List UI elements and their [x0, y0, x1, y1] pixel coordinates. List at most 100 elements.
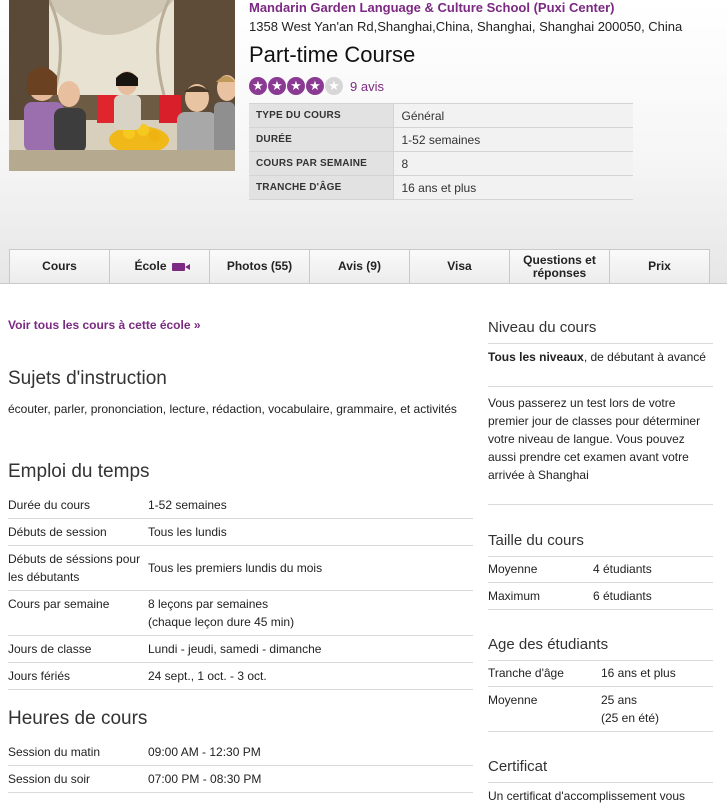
- tab-label: Visa: [447, 259, 472, 273]
- star-glyph: ★: [271, 78, 283, 93]
- schedule-value-group: 8 leçons par semaines (chaque leçon dure…: [148, 595, 473, 635]
- level-note: Vous passerez un test lors de votre prem…: [488, 396, 701, 482]
- summary-value: 16 ans et plus: [392, 175, 633, 200]
- star-filled-icon: ★: [268, 77, 286, 95]
- tab-label: Questions et réponses: [523, 252, 596, 280]
- summary-label: TYPE DU COURS: [249, 103, 393, 128]
- tab-label: Avis (9): [338, 259, 381, 273]
- student-age-row: Moyenne 25 ans (25 en été): [488, 691, 713, 732]
- summary-row: TYPE DU COURS Général: [249, 103, 633, 128]
- level-value: Tous les niveaux: [488, 350, 584, 364]
- course-summary-table: TYPE DU COURS Général DURÉE 1-52 semaine…: [249, 103, 633, 200]
- subjects-text: écouter, parler, prononciation, lecture,…: [8, 402, 457, 416]
- schedule-row: Jours fériés 24 sept., 1 oct. - 3 oct.: [8, 667, 473, 690]
- tab-label: Photos (55): [226, 259, 293, 273]
- schedule-value: 1-52 semaines: [148, 498, 227, 512]
- tab-prix[interactable]: Prix: [610, 250, 709, 283]
- tab-label: École: [134, 259, 167, 273]
- tab-photos[interactable]: Photos (55): [210, 250, 310, 283]
- summary-label: DURÉE: [249, 127, 393, 152]
- level-heading: Niveau du cours: [488, 319, 713, 344]
- summary-row: COURS PAR SEMAINE 8: [249, 151, 633, 176]
- schedule-row: Durée du cours 1-52 semaines: [8, 496, 473, 519]
- school-name-link[interactable]: Mandarin Garden Language & Culture Schoo…: [249, 0, 615, 15]
- tab-label: Cours: [42, 259, 77, 273]
- star-glyph: ★: [328, 78, 340, 93]
- student-age-value: 16 ans et plus: [601, 666, 676, 680]
- schedule-row: Débuts de session Tous les lundis: [8, 523, 473, 546]
- course-rating: ★ ★ ★ ★ ★ 9 avis: [249, 77, 384, 95]
- reviews-link[interactable]: 9 avis: [350, 79, 384, 94]
- level-range: , de débutant à avancé: [583, 350, 706, 364]
- course-tabs: Cours École Photos (55) Avis (9) Visa Qu…: [9, 249, 710, 283]
- all-courses-link[interactable]: Voir tous les cours à cette école »: [8, 318, 201, 332]
- tab-questions[interactable]: Questions et réponses: [510, 250, 610, 283]
- student-age-value-group: 25 ans (25 en été): [601, 691, 713, 731]
- schedule-key: Débuts de séssions pour les débutants: [8, 552, 141, 584]
- tab-cours[interactable]: Cours: [10, 250, 110, 283]
- certificate-heading: Certificat: [488, 758, 713, 783]
- schedule-key: Jours de classe: [8, 642, 92, 656]
- summary-label: COURS PAR SEMAINE: [249, 151, 393, 176]
- video-camera-icon: [171, 262, 190, 271]
- schedule-key: Jours fériés: [8, 669, 71, 683]
- star-glyph: ★: [309, 78, 321, 93]
- class-size-key: Moyenne: [488, 562, 538, 576]
- class-size-value: 6 étudiants: [593, 589, 652, 603]
- schedule-value: Tous les premiers lundis du mois: [148, 561, 323, 575]
- tab-label: Prix: [648, 259, 671, 273]
- class-size-key: Maximum: [488, 589, 541, 603]
- schedule-value-note: (chaque leçon dure 45 min): [148, 615, 295, 629]
- summary-row: TRANCHE D'ÂGE 16 ans et plus: [249, 175, 633, 200]
- star-glyph: ★: [252, 78, 264, 93]
- school-address: 1358 West Yan'an Rd,Shanghai,China, Shan…: [249, 19, 683, 34]
- schedule-value: 8 leçons par semaines: [148, 597, 269, 611]
- hours-key: Session du matin: [8, 745, 101, 759]
- schedule-value: Tous les lundis: [148, 525, 227, 539]
- star-glyph: ★: [290, 78, 302, 93]
- hours-row: Session du matin 09:00 AM - 12:30 PM: [8, 743, 473, 766]
- class-size-row: Moyenne 4 étudiants: [488, 560, 713, 583]
- star-empty-icon: ★: [325, 77, 343, 95]
- star-filled-icon: ★: [306, 77, 324, 95]
- summary-value: 1-52 semaines: [392, 127, 633, 152]
- rating-stars: ★ ★ ★ ★ ★: [249, 77, 344, 95]
- tab-avis[interactable]: Avis (9): [310, 250, 410, 283]
- class-size-row: Maximum 6 étudiants: [488, 587, 713, 610]
- class-size-heading: Taille du cours: [488, 532, 713, 557]
- hours-row: Session du soir 07:00 PM - 08:30 PM: [8, 770, 473, 793]
- schedule-row: Cours par semaine 8 leçons par semaines …: [8, 595, 473, 636]
- divider: [488, 386, 713, 387]
- tabs-divider: [0, 283, 727, 284]
- class-size-value: 4 étudiants: [593, 562, 652, 576]
- student-age-key: Moyenne: [488, 693, 538, 707]
- schedule-heading: Emploi du temps: [8, 461, 150, 482]
- schedule-key: Cours par semaine: [8, 597, 110, 611]
- schedule-value: 24 sept., 1 oct. - 3 oct.: [148, 669, 267, 683]
- hours-value: 07:00 PM - 08:30 PM: [148, 772, 262, 786]
- divider: [488, 504, 713, 505]
- schedule-row: Débuts de séssions pour les débutants To…: [8, 550, 473, 591]
- student-age-note: (25 en été): [601, 711, 660, 725]
- summary-row: DURÉE 1-52 semaines: [249, 127, 633, 152]
- tab-visa[interactable]: Visa: [410, 250, 510, 283]
- schedule-row: Jours de classe Lundi - jeudi, samedi - …: [8, 640, 473, 663]
- student-age-row: Tranche d'âge 16 ans et plus: [488, 664, 713, 687]
- student-age-value: 25 ans: [601, 693, 638, 707]
- schedule-value: Lundi - jeudi, samedi - dimanche: [148, 642, 322, 656]
- summary-value: 8: [392, 151, 633, 176]
- star-filled-icon: ★: [287, 77, 305, 95]
- schedule-key: Durée du cours: [8, 498, 91, 512]
- page-title: Part-time Course: [249, 42, 416, 67]
- school-photo[interactable]: [9, 0, 235, 171]
- star-filled-icon: ★: [249, 77, 267, 95]
- hours-heading: Heures de cours: [8, 708, 148, 729]
- tab-ecole[interactable]: École: [110, 250, 210, 283]
- certificate-text: Un certificat d'accomplissement vous: [488, 789, 686, 803]
- schedule-key: Débuts de session: [8, 525, 107, 539]
- summary-label: TRANCHE D'ÂGE: [249, 175, 393, 200]
- level-summary: Tous les niveaux, de débutant à avancé: [488, 348, 713, 366]
- student-age-heading: Age des étudiants: [488, 636, 713, 661]
- hours-key: Session du soir: [8, 772, 91, 786]
- student-age-key: Tranche d'âge: [488, 666, 564, 680]
